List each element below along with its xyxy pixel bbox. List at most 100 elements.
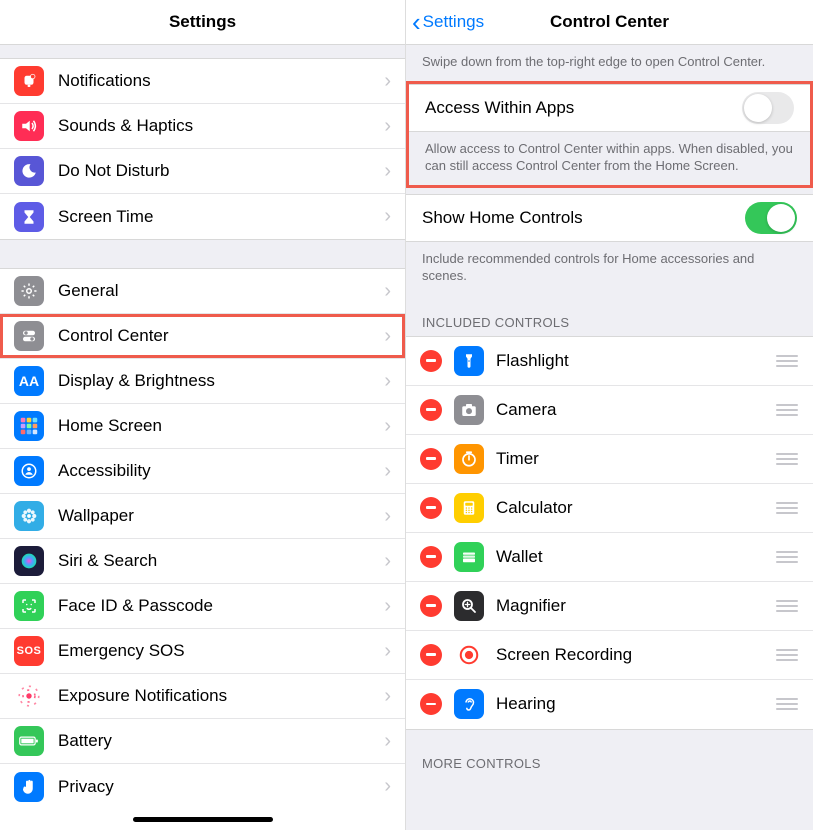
control-label: Wallet [496,547,763,567]
row-show-home-controls[interactable]: Show Home Controls [406,194,813,242]
drag-handle-icon[interactable] [775,355,799,367]
intro-text: Swipe down from the top-right edge to op… [406,45,813,81]
battery-icon [14,726,44,756]
row-label: Display & Brightness [58,371,384,391]
chevron-right-icon: › [384,205,391,228]
row-label: Notifications [58,71,384,91]
settings-row-accessibility[interactable]: Accessibility› [0,449,405,494]
section-gap [406,730,813,746]
wallet-icon [454,542,484,572]
settings-group-2: General›Control Center› AA Display & Brigh… [0,269,405,809]
settings-row-home-screen[interactable]: Home Screen› [0,404,405,449]
control-label: Timer [496,449,763,469]
remove-button[interactable] [420,595,442,617]
chevron-right-icon: › [384,730,391,753]
drag-handle-icon[interactable] [775,502,799,514]
settings-row-battery[interactable]: Battery› [0,719,405,764]
control-row-magnifier[interactable]: Magnifier [406,582,813,631]
settings-row-face-id-passcode[interactable]: Face ID & Passcode› [0,584,405,629]
chevron-right-icon: › [384,775,391,798]
chevron-right-icon: › [384,115,391,138]
chevron-right-icon: › [384,70,391,93]
timer-icon [454,444,484,474]
control-row-hearing[interactable]: Hearing [406,680,813,729]
record-icon [454,640,484,670]
settings-row-siri-search[interactable]: Siri & Search› [0,539,405,584]
nav-bar: Settings [0,0,405,45]
remove-button[interactable] [420,350,442,372]
chevron-right-icon: › [384,325,391,348]
control-row-calculator[interactable]: Calculator [406,484,813,533]
control-row-wallet[interactable]: Wallet [406,533,813,582]
settings-row-do-not-disturb[interactable]: Do Not Disturb› [0,149,405,194]
settings-row-wallpaper[interactable]: Wallpaper› [0,494,405,539]
page-title: Settings [169,12,236,32]
switch-label: Show Home Controls [422,208,583,228]
row-label: Accessibility [58,461,384,481]
remove-button[interactable] [420,546,442,568]
row-label: Battery [58,731,384,751]
flower-icon [14,501,44,531]
ear-icon [454,689,484,719]
row-label: Do Not Disturb [58,161,384,181]
chevron-right-icon: › [384,160,391,183]
settings-row-emergency-sos[interactable]: SOSEmergency SOS› [0,629,405,674]
settings-row-notifications[interactable]: Notifications› [0,59,405,104]
switch-access-within-apps[interactable] [742,92,794,124]
back-button[interactable]: ‹ Settings [406,9,484,35]
chevron-right-icon: › [384,550,391,573]
grid-icon [14,411,44,441]
row-label: Wallpaper [58,506,384,526]
settings-row-display-brightness[interactable]: AA Display & Brightness› [0,359,405,404]
control-label: Magnifier [496,596,763,616]
remove-button[interactable] [420,644,442,666]
drag-handle-icon[interactable] [775,453,799,465]
home-indicator[interactable] [133,817,273,822]
drag-handle-icon[interactable] [775,600,799,612]
switch-show-home-controls[interactable] [745,202,797,234]
gear-icon [14,276,44,306]
remove-button[interactable] [420,399,442,421]
control-center-pane: ‹ Settings Control Center Swipe down fro… [406,0,813,830]
siri-icon [14,546,44,576]
chevron-left-icon: ‹ [412,9,421,35]
drag-handle-icon[interactable] [775,404,799,416]
back-label: Settings [423,12,484,32]
calc-icon [454,493,484,523]
chevron-right-icon: › [384,460,391,483]
settings-pane: Settings Notifications›Sounds & Haptics›… [0,0,406,830]
settings-row-sounds-haptics[interactable]: Sounds & Haptics› [0,104,405,149]
row-label: Siri & Search [58,551,384,571]
control-row-camera[interactable]: Camera [406,386,813,435]
remove-button[interactable] [420,448,442,470]
row-label: Emergency SOS [58,641,384,661]
drag-handle-icon[interactable] [775,551,799,563]
control-row-timer[interactable]: Timer [406,435,813,484]
chevron-right-icon: › [384,370,391,393]
chevron-right-icon: › [384,280,391,303]
control-row-screen-recording[interactable]: Screen Recording [406,631,813,680]
row-label: Screen Time [58,207,384,227]
flashlight-icon [454,346,484,376]
settings-row-privacy[interactable]: Privacy› [0,764,405,809]
control-label: Camera [496,400,763,420]
included-controls-list: Flashlight Camera Timer Calculator Wallet Mag… [406,336,813,730]
settings-row-general[interactable]: General› [0,269,405,314]
remove-button[interactable] [420,693,442,715]
control-row-flashlight[interactable]: Flashlight [406,337,813,386]
settings-row-exposure-notifications[interactable]: Exposure Notifications› [0,674,405,719]
switch-label: Access Within Apps [425,98,574,118]
row-label: Face ID & Passcode [58,596,384,616]
settings-row-control-center[interactable]: Control Center› [0,314,405,359]
speaker-icon [14,111,44,141]
settings-row-screen-time[interactable]: Screen Time› [0,194,405,239]
chevron-right-icon: › [384,415,391,438]
row-access-within-apps[interactable]: Access Within Apps [409,84,810,132]
drag-handle-icon[interactable] [775,649,799,661]
access-desc: Allow access to Control Center within ap… [409,132,810,185]
aa-icon: AA [14,366,44,396]
highlight-access-within-apps: Access Within Apps Allow access to Contr… [406,81,813,188]
remove-button[interactable] [420,497,442,519]
drag-handle-icon[interactable] [775,698,799,710]
sos-icon: SOS [14,636,44,666]
